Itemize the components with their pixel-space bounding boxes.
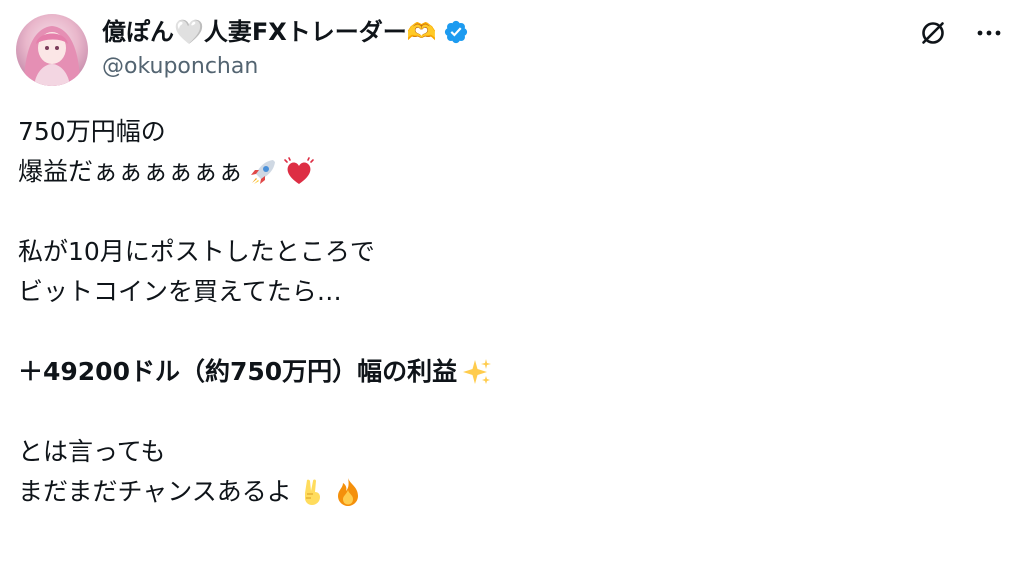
verified-badge-icon <box>444 20 467 44</box>
post-line-6-text: とは言っても <box>18 437 166 466</box>
more-options-button[interactable] <box>972 16 1006 50</box>
post-line-6: とは言っても <box>18 432 1006 472</box>
post-line-5: ＋49200ドル（約750万円）幅の利益 <box>18 352 1006 392</box>
more-dots-icon <box>977 30 1001 36</box>
post-line-4: ビットコインを買えてたら… <box>18 272 1006 312</box>
beating-heart-icon <box>283 156 315 188</box>
fire-icon <box>332 476 364 508</box>
post-line-2-text: 爆益だぁぁぁぁぁぁ <box>18 157 244 186</box>
post-line-2: 爆益だぁぁぁぁぁぁ <box>18 152 1006 192</box>
post-line-5-text: ＋49200ドル（約750万円）幅の利益 <box>18 357 458 386</box>
post-line-7: まだまだチャンスあるよ <box>18 472 1006 512</box>
avatar-image <box>24 26 80 86</box>
slash-circle-icon <box>922 22 944 44</box>
post-line-1-text: 750万円幅の <box>18 117 166 146</box>
post-line-4-text: ビットコインを買えてたら… <box>18 277 342 306</box>
victory-hand-icon <box>296 476 328 508</box>
post-line-1: 750万円幅の <box>18 112 1006 152</box>
rocket-icon <box>247 156 279 188</box>
post-card: 億ぽん🤍人妻FXトレーダー🫶 @okuponchan 750万円幅の 爆益だぁぁ… <box>0 0 1024 571</box>
avatar[interactable] <box>16 14 88 86</box>
post-line-7-text: まだまだチャンスあるよ <box>18 477 292 506</box>
sparkles-icon <box>461 356 493 388</box>
post-line-3-text: 私が10月にポストしたところで <box>18 237 375 266</box>
post-line-3: 私が10月にポストしたところで <box>18 232 1006 272</box>
display-name[interactable]: 億ぽん🤍人妻FXトレーダー🫶 <box>102 14 437 50</box>
post-text: 750万円幅の 爆益だぁぁぁぁぁぁ 私が10月にポストしたところで ビットコイン… <box>18 112 1006 512</box>
author-handle[interactable]: @okuponchan <box>102 52 258 82</box>
grok-button[interactable] <box>916 16 950 50</box>
author-name-row: 億ぽん🤍人妻FXトレーダー🫶 <box>102 14 469 50</box>
post-actions <box>916 16 1006 50</box>
